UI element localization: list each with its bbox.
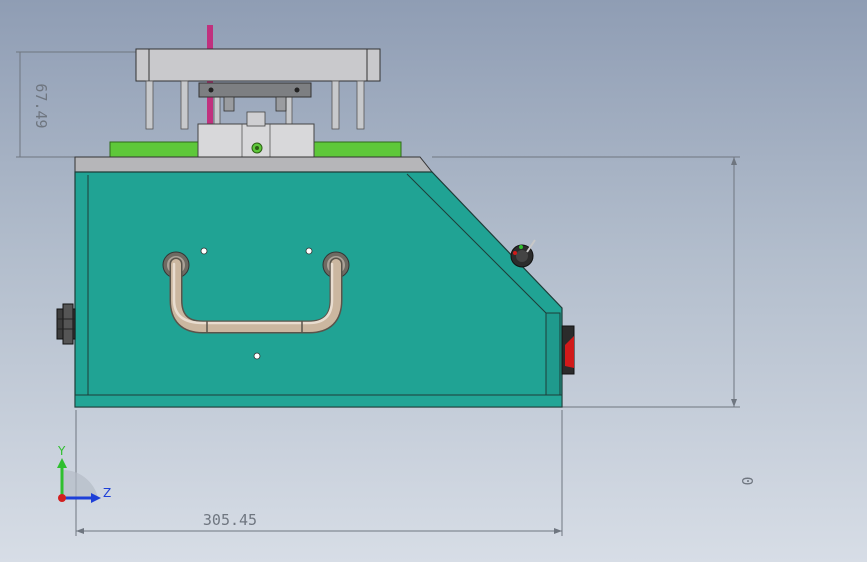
housing-body <box>74 171 563 408</box>
left-knob[interactable] <box>56 303 76 345</box>
power-switch[interactable] <box>561 325 575 375</box>
top-cover <box>74 156 434 173</box>
z-axis-label: Z <box>103 486 111 500</box>
dimension-height-label[interactable]: 67.49 <box>32 83 50 128</box>
y-axis-label: Y <box>57 444 66 458</box>
axis-triad: Y Z <box>57 444 111 503</box>
clamp-bar <box>198 82 312 98</box>
housing-base <box>74 394 563 408</box>
cad-viewport[interactable]: 67.49 305.45 0 Y Z <box>0 0 867 562</box>
x-axis-origin-icon <box>58 494 66 502</box>
dimension-width-label[interactable]: 305.45 <box>203 511 257 529</box>
front-connector[interactable] <box>510 239 536 268</box>
top-fixture[interactable] <box>109 25 402 160</box>
dimension-origin-label[interactable]: 0 <box>738 476 756 485</box>
top-plate <box>135 48 381 82</box>
machine-housing[interactable] <box>56 156 575 408</box>
